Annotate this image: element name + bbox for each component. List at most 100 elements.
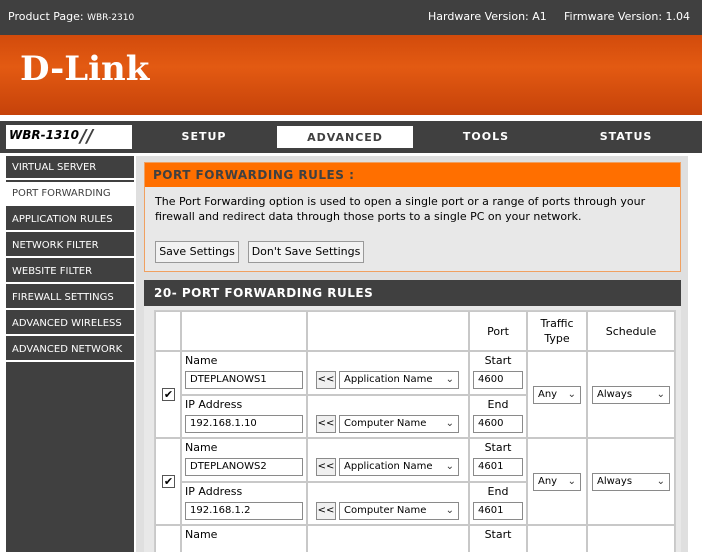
traffic-header-2: Type bbox=[544, 332, 570, 345]
rule-1-application-select-value: Application Name bbox=[344, 374, 433, 385]
rule-3-app-cell bbox=[307, 525, 469, 552]
rule-2-start-cell: Start 4601 bbox=[469, 438, 527, 482]
brand-banner: D-Link bbox=[0, 35, 702, 118]
rule-2-name-label: Name bbox=[185, 441, 218, 454]
rule-1-app-cell: << Application Name ⌄ bbox=[307, 351, 469, 395]
slash-divider-icon: // bbox=[80, 126, 94, 147]
header-cell-schedule: Schedule bbox=[587, 311, 675, 351]
rule-1-name-label: Name bbox=[185, 354, 218, 367]
rule-2-app-copy-button[interactable]: << bbox=[316, 458, 336, 476]
rule-1-traffic-select[interactable]: Any ⌄ bbox=[533, 386, 581, 404]
sidebar-item-application-rules[interactable]: APPLICATION RULES bbox=[6, 208, 134, 232]
dlink-logo: D-Link bbox=[20, 49, 150, 89]
rule-1-enable-checkbox[interactable]: ✔ bbox=[162, 388, 175, 401]
model-label: WBR-1310 bbox=[9, 128, 80, 142]
rule-1-start-label: Start bbox=[484, 354, 512, 367]
chevron-down-icon: ⌄ bbox=[445, 461, 454, 472]
rule-2-enable-checkbox[interactable]: ✔ bbox=[162, 475, 175, 488]
hardware-version: Hardware Version: A1 bbox=[428, 10, 547, 23]
rule-3-name-label: Name bbox=[185, 528, 218, 541]
rule-2-computer-select-value: Computer Name bbox=[344, 505, 427, 516]
chevron-down-icon: ⌄ bbox=[656, 476, 665, 487]
rule-3-traffic-cell bbox=[527, 525, 587, 552]
rule-1-name-input[interactable]: DTEPLANOWS1 bbox=[185, 371, 303, 389]
rule-1-end-port-input[interactable]: 4600 bbox=[473, 415, 523, 433]
rule-2-schedule-select[interactable]: Always ⌄ bbox=[592, 473, 670, 491]
rule-1-schedule-select[interactable]: Always ⌄ bbox=[592, 386, 670, 404]
sidebar-item-firewall-settings[interactable]: FIREWALL SETTINGS bbox=[6, 286, 134, 310]
intro-title: PORT FORWARDING RULES : bbox=[145, 163, 680, 187]
schedule-header: Schedule bbox=[605, 325, 657, 338]
rule-1-application-select[interactable]: Application Name ⌄ bbox=[339, 371, 459, 389]
rule-2-computer-select[interactable]: Computer Name ⌄ bbox=[339, 502, 459, 520]
rule-1-check-cell: ✔ bbox=[155, 351, 181, 438]
rule-1-app-copy-button[interactable]: << bbox=[316, 371, 336, 389]
rule-2-traffic-select[interactable]: Any ⌄ bbox=[533, 473, 581, 491]
rule-1-ip-label: IP Address bbox=[185, 398, 243, 411]
tab-setup[interactable]: SETUP bbox=[136, 125, 272, 149]
header-cell-port: Port bbox=[469, 311, 527, 351]
sidebar-item-port-forwarding[interactable]: PORT FORWARDING bbox=[6, 182, 134, 206]
model-badge: WBR-1310 // bbox=[6, 125, 132, 149]
chevron-down-icon: ⌄ bbox=[567, 476, 576, 487]
firmware-version: Firmware Version: 1.04 bbox=[564, 10, 691, 23]
sidebar: VIRTUAL SERVER PORT FORWARDING APPLICATI… bbox=[6, 156, 134, 552]
rule-2-end-label: End bbox=[487, 485, 509, 498]
rule-2-ip-input[interactable]: 192.168.1.2 bbox=[185, 502, 303, 520]
intro-section: PORT FORWARDING RULES : The Port Forward… bbox=[144, 162, 681, 272]
rule-1-computer-select[interactable]: Computer Name ⌄ bbox=[339, 415, 459, 433]
rule-1-ip-input[interactable]: 192.168.1.10 bbox=[185, 415, 303, 433]
product-prefix: Product Page: bbox=[8, 10, 88, 23]
tab-advanced[interactable]: ADVANCED bbox=[276, 125, 414, 149]
tab-tools[interactable]: TOOLS bbox=[418, 125, 554, 149]
rule-1-computer-select-value: Computer Name bbox=[344, 418, 427, 429]
intro-line-1: The Port Forwarding option is used to op… bbox=[155, 195, 646, 208]
rule-2-application-select[interactable]: Application Name ⌄ bbox=[339, 458, 459, 476]
rule-3-start-label: Start bbox=[484, 528, 512, 541]
rule-2-check-cell: ✔ bbox=[155, 438, 181, 525]
rule-2-app-cell: << Application Name ⌄ bbox=[307, 438, 469, 482]
intro-description: The Port Forwarding option is used to op… bbox=[155, 194, 675, 224]
sidebar-item-website-filter[interactable]: WEBSITE FILTER bbox=[6, 260, 134, 284]
rule-2-application-select-value: Application Name bbox=[344, 461, 433, 472]
rule-1-end-cell: End 4600 bbox=[469, 395, 527, 438]
sidebar-item-network-filter[interactable]: NETWORK FILTER bbox=[6, 234, 134, 258]
rule-1-traffic-select-value: Any bbox=[538, 389, 558, 400]
chevron-down-icon: ⌄ bbox=[445, 374, 454, 385]
rule-2-ip-cell: IP Address 192.168.1.2 bbox=[181, 482, 307, 525]
sidebar-item-virtual-server[interactable]: VIRTUAL SERVER bbox=[6, 156, 134, 180]
rule-2-end-port-input[interactable]: 4601 bbox=[473, 502, 523, 520]
sidebar-item-advanced-wireless[interactable]: ADVANCED WIRELESS bbox=[6, 312, 134, 336]
rules-title: 20- PORT FORWARDING RULES bbox=[144, 280, 681, 306]
rule-1-start-port-input[interactable]: 4600 bbox=[473, 371, 523, 389]
chevron-down-icon: ⌄ bbox=[567, 389, 576, 400]
rule-1-traffic-cell: Any ⌄ bbox=[527, 351, 587, 438]
rule-2-start-label: Start bbox=[484, 441, 512, 454]
top-bar: Product Page: WBR-2310 Hardware Version:… bbox=[0, 0, 702, 35]
rules-table: Port Traffic Type Schedule ✔ Name DTEPLA… bbox=[154, 310, 676, 552]
chevron-down-icon: ⌄ bbox=[656, 389, 665, 400]
main-nav: WBR-1310 // SETUP ADVANCED TOOLS STATUS bbox=[0, 121, 702, 153]
intro-line-2: firewall and redirect data through those… bbox=[155, 210, 582, 223]
chevron-down-icon: ⌄ bbox=[445, 505, 454, 516]
rule-2-schedule-cell: Always ⌄ bbox=[587, 438, 675, 525]
tab-status[interactable]: STATUS bbox=[558, 125, 694, 149]
rule-3-schedule-cell bbox=[587, 525, 675, 552]
rule-2-name-cell: Name DTEPLANOWS2 bbox=[181, 438, 307, 482]
save-settings-button[interactable]: Save Settings bbox=[155, 241, 239, 263]
sidebar-item-advanced-network[interactable]: ADVANCED NETWORK bbox=[6, 338, 134, 362]
header-cell-name bbox=[181, 311, 307, 351]
rule-2-computer-copy-button[interactable]: << bbox=[316, 502, 336, 520]
header-cell-check bbox=[155, 311, 181, 351]
rule-2-computer-cell: << Computer Name ⌄ bbox=[307, 482, 469, 525]
content-area: PORT FORWARDING RULES : The Port Forward… bbox=[136, 156, 688, 552]
rule-3-start-cell: Start bbox=[469, 525, 527, 552]
rule-1-computer-copy-button[interactable]: << bbox=[316, 415, 336, 433]
dont-save-settings-button[interactable]: Don't Save Settings bbox=[248, 241, 364, 263]
rule-2-start-port-input[interactable]: 4601 bbox=[473, 458, 523, 476]
port-header: Port bbox=[487, 325, 509, 338]
rule-1-schedule-cell: Always ⌄ bbox=[587, 351, 675, 438]
rule-2-ip-label: IP Address bbox=[185, 485, 243, 498]
rule-2-name-input[interactable]: DTEPLANOWS2 bbox=[185, 458, 303, 476]
rule-1-start-cell: Start 4600 bbox=[469, 351, 527, 395]
